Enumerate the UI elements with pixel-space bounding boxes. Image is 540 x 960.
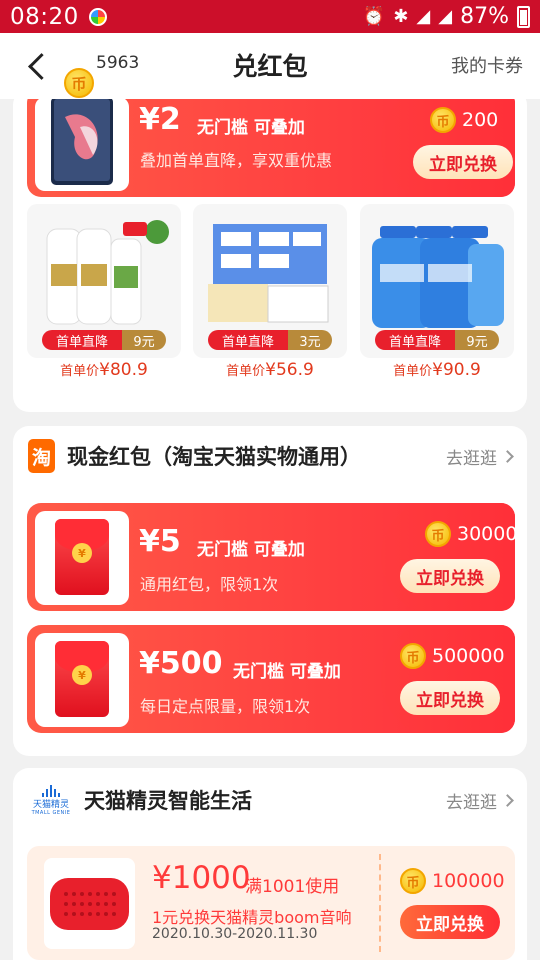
price-label: 首单价 <box>60 364 100 379</box>
battery-percent: 87% <box>460 4 509 29</box>
browse-link[interactable]: 去逛逛 <box>446 788 514 813</box>
phone-thumbnail <box>35 99 129 191</box>
alarm-icon: ⏰ <box>362 6 386 27</box>
product-tissue[interactable]: 首单直降 3元 <box>193 204 347 358</box>
speaker-image-icon <box>50 878 129 930</box>
product-price: 首单价¥56.9 <box>193 360 347 380</box>
price-label: 首单价 <box>226 364 266 379</box>
redeem-button[interactable]: 立即兑换 <box>400 559 500 593</box>
redeem-button[interactable]: 立即兑换 <box>413 145 513 179</box>
section-title: 现金红包（淘宝天猫实物通用） <box>67 445 361 469</box>
voucher-tags: 无门槛 可叠加 <box>233 662 341 682</box>
logo-sub: TMALL GENIE <box>31 809 71 816</box>
coin-icon <box>64 68 94 98</box>
voucher-amount: ¥500 <box>139 646 223 681</box>
browse-link-label: 去逛逛 <box>446 448 497 469</box>
red-envelope-icon: ¥ <box>55 641 109 717</box>
badge-discount: 9元 <box>122 330 166 350</box>
browse-link[interactable]: 去逛逛 <box>446 444 514 469</box>
coin-icon <box>400 868 426 894</box>
voucher-price: 200 <box>430 107 498 133</box>
voucher-desc: 叠加首单直降，享双重优惠 <box>140 151 333 170</box>
phone-image-icon <box>51 99 113 185</box>
voucher-arc <box>381 503 515 611</box>
logo-text: 天猫精灵 <box>32 799 69 810</box>
nav-bar: 5963 兑红包 我的卡券 <box>0 33 540 99</box>
signal-icon: ◢ <box>416 6 431 27</box>
redeem-button[interactable]: 立即兑换 <box>400 681 500 715</box>
voucher-desc: 每日定点限量，限领1次 <box>140 697 311 716</box>
signal-icon-2: ◢ <box>438 6 453 27</box>
voucher-price-value: 100000 <box>432 870 505 892</box>
voucher-desc: 1元兑换天猫精灵boom音响 <box>152 908 352 927</box>
voucher-2-yuan[interactable]: ¥2 无门槛 可叠加 叠加首单直降，享双重优惠 200 立即兑换 <box>27 99 515 197</box>
badge-discount: 3元 <box>288 330 332 350</box>
voucher-price: 30000 <box>425 521 515 547</box>
voucher-price-value: 500000 <box>432 645 505 667</box>
voucher-desc: 通用红包，限领1次 <box>140 575 279 594</box>
first-order-badge: 首单直降 9元 <box>42 330 166 350</box>
voucher-amount: ¥5 <box>139 524 181 559</box>
section-title: 天猫精灵智能生活 <box>84 789 252 813</box>
voucher-genie-speaker[interactable]: ¥1000 满1001使用 1元兑换天猫精灵boom音响 2020.10.30-… <box>27 846 515 960</box>
product-detergent[interactable]: 首单直降 9元 <box>360 204 514 358</box>
back-arrow-icon[interactable] <box>24 51 50 81</box>
voucher-arc <box>381 625 515 733</box>
badge-label: 首单直降 <box>42 330 122 350</box>
price-value: ¥80.9 <box>99 360 148 380</box>
product-price: 首单价¥80.9 <box>27 360 181 380</box>
tmall-genie-logo-icon: 天猫精灵 TMALL GENIE <box>28 782 74 818</box>
voucher-price-value: 30000 <box>457 523 515 545</box>
coin-icon <box>400 643 426 669</box>
status-time: 08:20 <box>10 3 79 30</box>
voucher-price: 500000 <box>400 643 505 669</box>
taobao-icon: 淘 <box>28 439 55 473</box>
price-value: ¥56.9 <box>265 360 314 380</box>
voucher-5-yuan[interactable]: ¥ ¥5 无门槛 可叠加 通用红包，限领1次 30000 立即兑换 <box>27 503 515 611</box>
red-envelope-thumbnail: ¥ <box>35 633 129 727</box>
voucher-tags: 无门槛 可叠加 <box>197 118 305 138</box>
voucher-condition: 满1001使用 <box>245 877 340 897</box>
voucher-price-value: 200 <box>462 109 499 131</box>
voucher-price: 100000 <box>400 868 505 894</box>
first-order-card: ¥2 无门槛 可叠加 叠加首单直降，享双重优惠 200 立即兑换 <box>13 99 527 412</box>
first-order-badge: 首单直降 9元 <box>375 330 499 350</box>
product-shampoo[interactable]: 首单直降 9元 <box>27 204 181 358</box>
product-price: 首单价¥90.9 <box>360 360 514 380</box>
coin-balance: 5963 <box>96 53 140 73</box>
cash-red-packet-section: 淘 现金红包（淘宝天猫实物通用） 去逛逛 ¥ ¥5 无门槛 可叠加 通用红包，限… <box>13 426 527 756</box>
status-bar: 08:20 ⏰ ✱ ◢ ◢ 87% <box>0 0 540 33</box>
badge-discount: 9元 <box>455 330 499 350</box>
section-header: 天猫精灵 TMALL GENIE 天猫精灵智能生活 去逛逛 <box>28 780 514 820</box>
my-coupons-link[interactable]: 我的卡券 <box>451 52 523 78</box>
chevron-right-icon <box>501 793 514 807</box>
voucher-amount: ¥1000 <box>152 860 251 896</box>
badge-label: 首单直降 <box>375 330 455 350</box>
price-value: ¥90.9 <box>432 360 481 380</box>
coin-icon <box>430 107 456 133</box>
bluetooth-icon: ✱ <box>393 6 409 27</box>
coin-icon <box>425 521 451 547</box>
browse-link-label: 去逛逛 <box>446 792 497 813</box>
voucher-500-yuan[interactable]: ¥ ¥500 无门槛 可叠加 每日定点限量，限领1次 500000 立即兑换 <box>27 625 515 733</box>
first-order-badge: 首单直降 3元 <box>208 330 332 350</box>
voucher-date: 2020.10.30-2020.11.30 <box>152 926 318 942</box>
speaker-thumbnail <box>44 858 135 949</box>
tmall-genie-section: 天猫精灵 TMALL GENIE 天猫精灵智能生活 去逛逛 ¥1000 满100… <box>13 768 527 960</box>
price-label: 首单价 <box>393 364 433 379</box>
voucher-tags: 无门槛 可叠加 <box>197 540 305 560</box>
section-header: 淘 现金红包（淘宝天猫实物通用） 去逛逛 <box>28 436 514 476</box>
battery-icon <box>517 5 530 28</box>
redeem-button[interactable]: 立即兑换 <box>400 905 500 939</box>
voucher-amount: ¥2 <box>139 102 181 137</box>
chevron-right-icon <box>501 449 514 463</box>
red-envelope-thumbnail: ¥ <box>35 511 129 605</box>
red-envelope-icon: ¥ <box>55 519 109 595</box>
content-scroll[interactable]: ¥2 无门槛 可叠加 叠加首单直降，享双重优惠 200 立即兑换 <box>0 99 540 960</box>
app-notification-icon <box>88 7 107 26</box>
badge-label: 首单直降 <box>208 330 288 350</box>
status-icons: ⏰ ✱ ◢ ◢ 87% <box>363 4 530 29</box>
voucher-separator <box>379 854 381 952</box>
